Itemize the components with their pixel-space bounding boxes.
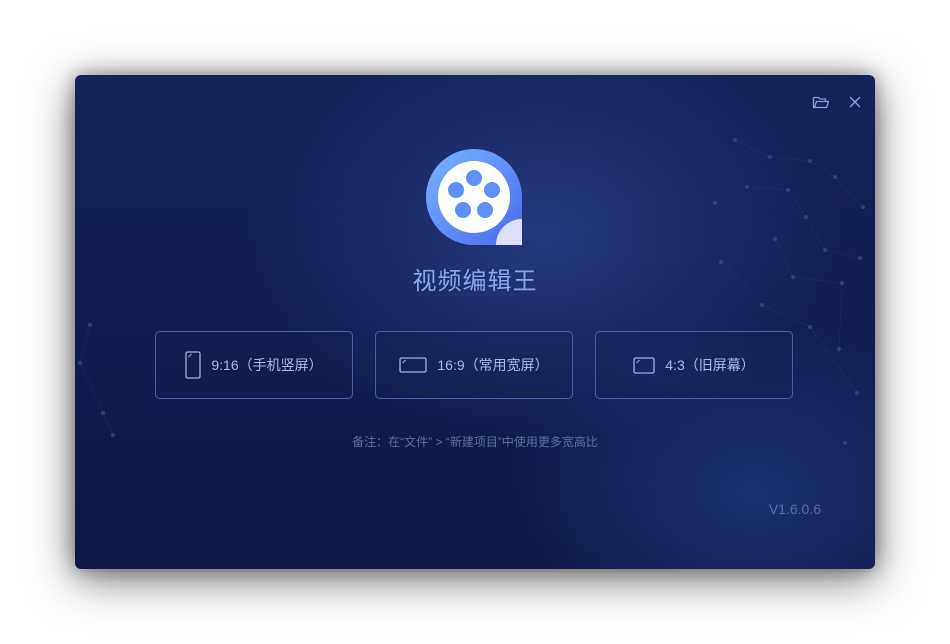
ratio-4-3-button[interactable]: 4:3（旧屏幕） (595, 331, 793, 399)
aspect-ratio-note: 备注：在“文件” > “新建项目”中使用更多宽高比 (352, 435, 598, 449)
open-folder-button[interactable] (810, 91, 832, 113)
ratio-label: 4:3（旧屏幕） (665, 357, 755, 373)
app-title: 视频编辑王 (412, 268, 538, 295)
widescreen-icon (399, 357, 428, 373)
folder-open-icon (812, 96, 830, 109)
ratio-16-9-button[interactable]: 16:9（常用宽屏） (375, 331, 573, 399)
close-icon (849, 96, 861, 108)
version-label: V1.6.0.6 (768, 501, 821, 517)
ratio-label: 16:9（常用宽屏） (437, 357, 549, 373)
close-button[interactable] (844, 91, 866, 113)
portrait-screen-icon (185, 351, 202, 379)
ratio-label: 9:16（手机竖屏） (211, 357, 323, 373)
ratio-9-16-button[interactable]: 9:16（手机竖屏） (155, 331, 353, 399)
app-logo (426, 149, 522, 245)
standard-screen-icon (633, 356, 655, 374)
app-window: 视频编辑王 9:16（手机竖屏） 16:9（常用宽屏） 4:3（旧屏幕） 备注：… (75, 75, 875, 569)
